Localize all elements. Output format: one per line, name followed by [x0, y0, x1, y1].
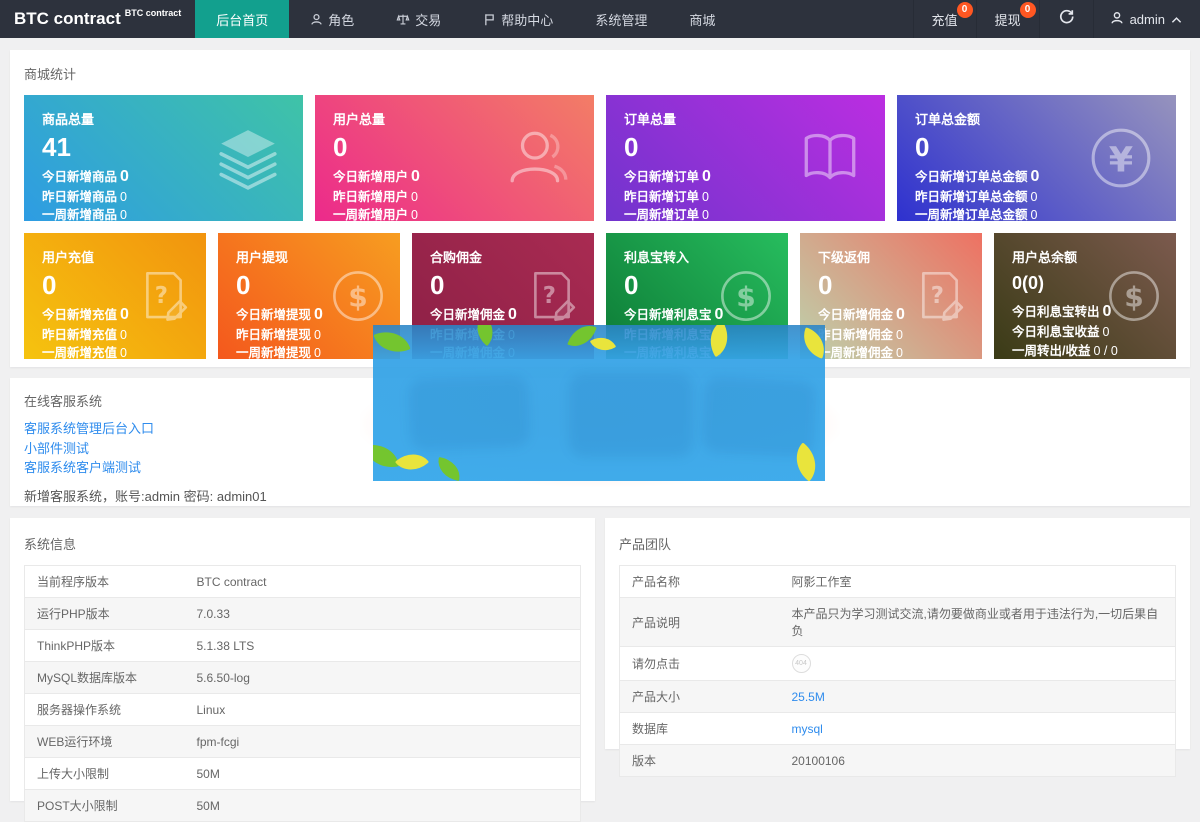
- dollar-circle-icon: $: [330, 268, 386, 324]
- nav-item-label: 角色: [328, 10, 354, 29]
- do-not-click-badge[interactable]: 404: [792, 654, 811, 673]
- app-logo-text: BTC contract: [14, 9, 121, 29]
- database-link[interactable]: mysql: [792, 722, 823, 736]
- mall-stats-panel: 商城统计 商品总量 41 今日新增商品0 昨日新增商品0 一周新增商品0 用户总…: [10, 50, 1190, 367]
- svg-text:?: ?: [155, 283, 168, 309]
- recharge-label: 充值: [932, 10, 958, 29]
- yen-circle-icon: ¥: [1088, 125, 1154, 191]
- nav-item-mall[interactable]: 商城: [668, 0, 736, 38]
- panel-title: 产品团队: [619, 534, 1176, 553]
- table-row: 产品说明本产品只为学习测试交流,请勿要做商业或者用于违法行为,一切后果自负: [620, 598, 1176, 647]
- dollar-circle-icon: $: [718, 268, 774, 324]
- product-size-link[interactable]: 25.5M: [792, 690, 825, 704]
- stat-card-user-recharge: 用户充值 0 今日新增充值0 昨日新增充值0 一周新增充值0 ?: [24, 233, 206, 359]
- svg-text:$: $: [348, 281, 367, 314]
- card-title: 用户充值: [42, 247, 188, 266]
- nav-item-roles[interactable]: 角色: [289, 0, 375, 38]
- leaf-icon: [469, 325, 502, 346]
- product-team-table: 产品名称阿影工作室 产品说明本产品只为学习测试交流,请勿要做商业或者用于违法行为…: [619, 565, 1176, 777]
- dollar-circle-icon: $: [1106, 268, 1162, 324]
- nav-item-help-center[interactable]: 帮助中心: [462, 0, 574, 38]
- navbar-right: 充值 0 提现 0 admin: [913, 0, 1200, 38]
- card-title: 下级返佣: [818, 247, 964, 266]
- stat-card-products-total: 商品总量 41 今日新增商品0 昨日新增商品0 一周新增商品0: [24, 95, 303, 221]
- scales-icon: [396, 13, 410, 26]
- navbar: BTC contract BTC contract 后台首页 角色 交易 帮助中…: [0, 0, 1200, 38]
- nav-item-label: 系统管理: [595, 10, 647, 29]
- withdraw-count-badge: 0: [1020, 2, 1036, 18]
- product-team-panel: 产品团队 产品名称阿影工作室 产品说明本产品只为学习测试交流,请勿要做商业或者用…: [605, 518, 1190, 749]
- main-menu: 后台首页 角色 交易 帮助中心 系统管理 商城: [195, 0, 736, 38]
- table-row: MySQL数据库版本5.6.50-log: [25, 662, 581, 694]
- svg-text:$: $: [1124, 281, 1143, 314]
- refresh-button[interactable]: [1039, 0, 1093, 38]
- doc-question-icon: ?: [136, 268, 192, 324]
- watermark-blob: [569, 373, 693, 457]
- panel-title: 商城统计: [24, 64, 1176, 83]
- stat-card-orders-total: 订单总量 0 今日新增订单0 昨日新增订单0 一周新增订单0: [606, 95, 885, 221]
- service-account-note: 新增客服系统，账号:admin 密码: admin01: [24, 486, 1176, 505]
- leaf-icon: [702, 325, 737, 357]
- svg-text:$: $: [736, 281, 755, 314]
- stat-card-user-total-balance: 用户总余额 0(0) 今日利息宝转出0 今日利息宝收益0 一周转出/收益0 / …: [994, 233, 1176, 359]
- leaf-icon: [798, 327, 825, 358]
- flag-icon: [483, 13, 496, 26]
- table-row: 服务器操作系统Linux: [25, 694, 581, 726]
- stat-card-referral-rebate: 下级返佣 0 今日新增佣金0 昨日新增佣金0 一周新增佣金0 ?: [800, 233, 982, 359]
- table-row: 数据库mysql: [620, 713, 1176, 745]
- nav-item-label: 交易: [415, 10, 441, 29]
- stats-cards-row-1: 商品总量 41 今日新增商品0 昨日新增商品0 一周新增商品0 用户总量 0 今…: [24, 95, 1176, 221]
- stat-card-users-total: 用户总量 0 今日新增用户0 昨日新增用户0 一周新增用户0: [315, 95, 594, 221]
- svg-text:?: ?: [543, 283, 556, 309]
- username: admin: [1130, 12, 1165, 27]
- book-icon: [797, 125, 863, 191]
- nav-item-label: 商城: [689, 10, 715, 29]
- stat-card-order-amount-total: 订单总金额 0 今日新增订单总金额0 昨日新增订单总金额0 一周新增订单总金额0…: [897, 95, 1176, 221]
- svg-text:¥: ¥: [1109, 139, 1133, 180]
- caret-up-icon: [1171, 12, 1182, 27]
- person-icon: [506, 125, 572, 191]
- table-row: WEB运行环境fpm-fcgi: [25, 726, 581, 758]
- card-title: 利息宝转入: [624, 247, 770, 266]
- leaf-icon: [590, 331, 616, 357]
- panel-title: 系统信息: [24, 534, 581, 553]
- layers-icon: [215, 125, 281, 191]
- card-title: 合购佣金: [430, 247, 576, 266]
- system-info-panel: 系统信息 当前程序版本BTC contract 运行PHP版本7.0.33 Th…: [10, 518, 595, 801]
- table-row: 运行PHP版本7.0.33: [25, 598, 581, 630]
- card-title: 用户提现: [236, 247, 382, 266]
- app-logo-subtext: BTC contract: [125, 8, 182, 18]
- refresh-icon: [1058, 8, 1075, 30]
- leaf-icon: [435, 457, 462, 481]
- user-menu[interactable]: admin: [1093, 0, 1200, 38]
- doc-question-icon: ?: [524, 268, 580, 324]
- user-icon: [1110, 11, 1124, 28]
- table-row: 当前程序版本BTC contract: [25, 566, 581, 598]
- leaf-icon: [373, 441, 399, 472]
- withdraw-button[interactable]: 提现 0: [976, 0, 1039, 38]
- nav-item-trade[interactable]: 交易: [375, 0, 462, 38]
- table-row: 版本20100106: [620, 745, 1176, 777]
- nav-item-label: 帮助中心: [501, 10, 553, 29]
- promo-overlay-image: [373, 325, 825, 481]
- svg-text:?: ?: [931, 283, 944, 309]
- table-row: 上传大小限制50M: [25, 758, 581, 790]
- app-logo[interactable]: BTC contract BTC contract: [0, 0, 195, 38]
- system-info-table: 当前程序版本BTC contract 运行PHP版本7.0.33 ThinkPH…: [24, 565, 581, 822]
- table-row: 产品大小25.5M: [620, 681, 1176, 713]
- withdraw-label: 提现: [995, 10, 1021, 29]
- nav-item-system-admin[interactable]: 系统管理: [574, 0, 668, 38]
- nav-item-label: 后台首页: [216, 10, 268, 29]
- doc-question-icon: ?: [912, 268, 968, 324]
- nav-item-dashboard[interactable]: 后台首页: [195, 0, 289, 38]
- table-row: ThinkPHP版本5.1.38 LTS: [25, 630, 581, 662]
- person-icon: [310, 13, 323, 26]
- recharge-count-badge: 0: [957, 2, 973, 18]
- recharge-button[interactable]: 充值 0: [913, 0, 976, 38]
- table-row: 产品名称阿影工作室: [620, 566, 1176, 598]
- table-row: 请勿点击404: [620, 647, 1176, 681]
- watermark-blob: [408, 375, 530, 451]
- leaf-icon: [373, 325, 410, 359]
- card-title: 用户总余额: [1012, 247, 1158, 266]
